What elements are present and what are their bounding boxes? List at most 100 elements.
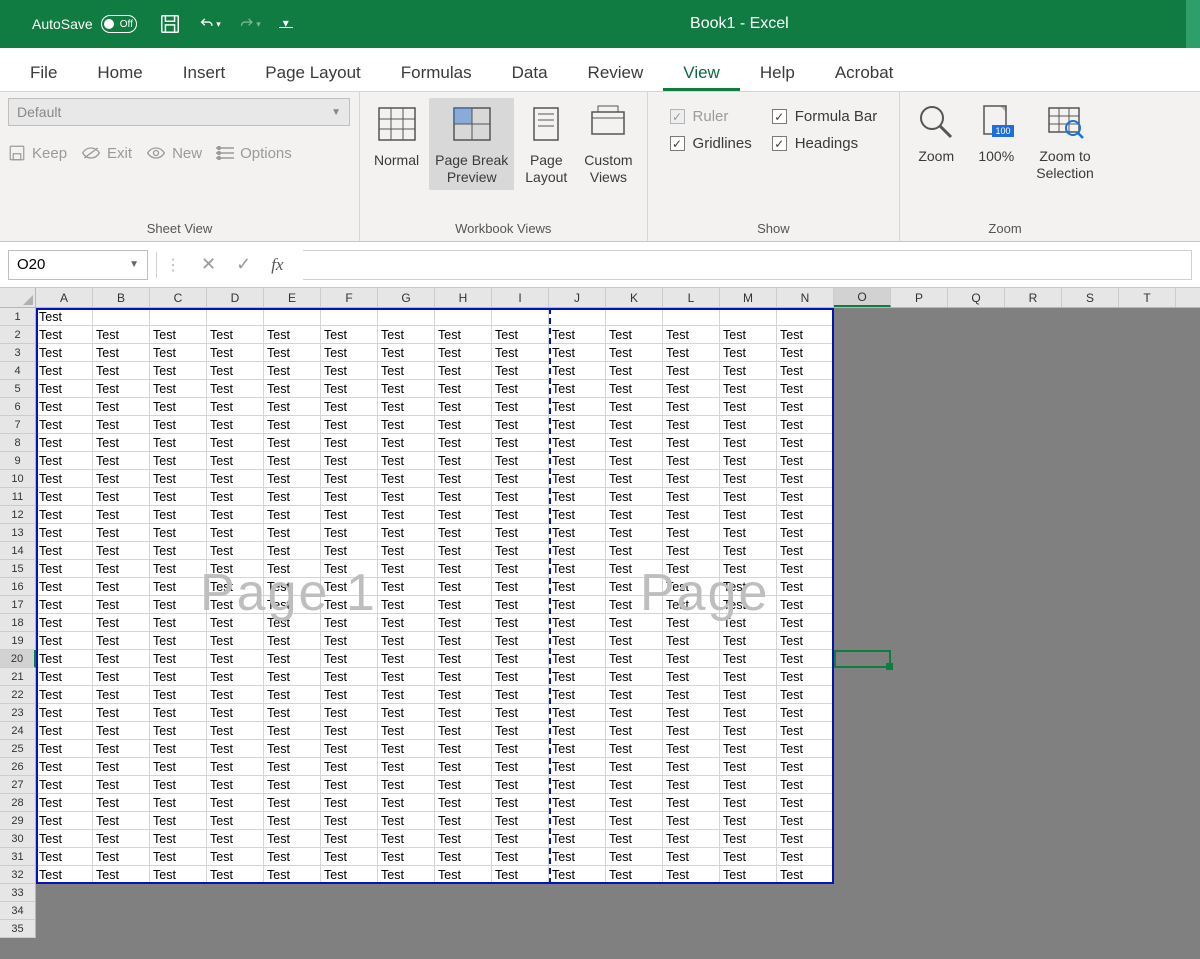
cell[interactable]: Test bbox=[378, 704, 435, 722]
cell[interactable] bbox=[1119, 848, 1176, 866]
cell[interactable]: Test bbox=[93, 416, 150, 434]
cell[interactable]: Test bbox=[150, 488, 207, 506]
cell[interactable]: Test bbox=[606, 812, 663, 830]
cell[interactable]: Test bbox=[492, 506, 549, 524]
cell[interactable]: Test bbox=[378, 794, 435, 812]
cell[interactable] bbox=[1005, 848, 1062, 866]
cell[interactable]: Test bbox=[378, 398, 435, 416]
cell[interactable]: Test bbox=[777, 830, 834, 848]
cell[interactable]: Test bbox=[378, 506, 435, 524]
cell[interactable] bbox=[93, 884, 150, 902]
cell[interactable]: Test bbox=[492, 722, 549, 740]
cell[interactable]: Test bbox=[93, 614, 150, 632]
cell[interactable]: Test bbox=[549, 704, 606, 722]
cell[interactable]: Test bbox=[663, 722, 720, 740]
cell[interactable]: Test bbox=[93, 506, 150, 524]
cell[interactable]: Test bbox=[606, 470, 663, 488]
cell[interactable]: Test bbox=[150, 344, 207, 362]
cell[interactable]: Test bbox=[207, 506, 264, 524]
cell[interactable]: Test bbox=[150, 398, 207, 416]
cell[interactable]: Test bbox=[207, 776, 264, 794]
cell[interactable]: Test bbox=[720, 704, 777, 722]
cell[interactable] bbox=[1062, 776, 1119, 794]
cell[interactable] bbox=[720, 884, 777, 902]
cell[interactable]: Test bbox=[663, 632, 720, 650]
cell[interactable] bbox=[1005, 866, 1062, 884]
cell[interactable]: Test bbox=[549, 452, 606, 470]
cell[interactable] bbox=[1119, 398, 1176, 416]
cell[interactable]: Test bbox=[435, 866, 492, 884]
tab-formulas[interactable]: Formulas bbox=[381, 53, 492, 91]
cell[interactable]: Test bbox=[264, 362, 321, 380]
cell[interactable] bbox=[150, 884, 207, 902]
cell[interactable]: Test bbox=[93, 488, 150, 506]
cell[interactable] bbox=[948, 380, 1005, 398]
cell[interactable] bbox=[36, 920, 93, 938]
col-header-Q[interactable]: Q bbox=[948, 288, 1005, 307]
cell[interactable]: Test bbox=[435, 686, 492, 704]
cell[interactable]: Test bbox=[435, 488, 492, 506]
cell[interactable]: Test bbox=[207, 632, 264, 650]
row-header-3[interactable]: 3 bbox=[0, 344, 36, 362]
cell[interactable]: Test bbox=[663, 668, 720, 686]
cell[interactable] bbox=[834, 596, 891, 614]
cell[interactable] bbox=[1119, 452, 1176, 470]
cell[interactable]: Test bbox=[720, 452, 777, 470]
cell[interactable] bbox=[891, 308, 948, 326]
cell[interactable] bbox=[891, 758, 948, 776]
cell[interactable] bbox=[834, 758, 891, 776]
cell[interactable]: Test bbox=[549, 362, 606, 380]
cell[interactable]: Test bbox=[264, 812, 321, 830]
cell[interactable]: Test bbox=[606, 452, 663, 470]
cell[interactable] bbox=[834, 614, 891, 632]
tab-acrobat[interactable]: Acrobat bbox=[815, 53, 914, 91]
cell[interactable]: Test bbox=[207, 380, 264, 398]
cell[interactable] bbox=[378, 884, 435, 902]
cell[interactable] bbox=[1005, 632, 1062, 650]
cell[interactable] bbox=[834, 380, 891, 398]
cell[interactable]: Test bbox=[36, 722, 93, 740]
cell[interactable]: Test bbox=[720, 362, 777, 380]
cell[interactable] bbox=[1062, 848, 1119, 866]
cell[interactable] bbox=[264, 884, 321, 902]
cell[interactable]: Test bbox=[321, 362, 378, 380]
cell[interactable] bbox=[1062, 344, 1119, 362]
cell[interactable] bbox=[948, 650, 1005, 668]
cell[interactable]: Test bbox=[150, 848, 207, 866]
row-header-28[interactable]: 28 bbox=[0, 794, 36, 812]
cell[interactable]: Test bbox=[207, 488, 264, 506]
cell[interactable]: Test bbox=[606, 542, 663, 560]
cell[interactable] bbox=[1062, 506, 1119, 524]
cell[interactable]: Test bbox=[720, 380, 777, 398]
cell[interactable]: Test bbox=[777, 668, 834, 686]
cell[interactable] bbox=[834, 452, 891, 470]
cell[interactable]: Test bbox=[720, 812, 777, 830]
cell[interactable]: Test bbox=[777, 380, 834, 398]
cell[interactable]: Test bbox=[93, 668, 150, 686]
cell[interactable]: Test bbox=[720, 434, 777, 452]
cell[interactable]: Test bbox=[492, 686, 549, 704]
cell[interactable]: Test bbox=[321, 488, 378, 506]
row-header-9[interactable]: 9 bbox=[0, 452, 36, 470]
cell[interactable]: Test bbox=[93, 848, 150, 866]
cell[interactable] bbox=[1062, 524, 1119, 542]
cell[interactable] bbox=[891, 920, 948, 938]
cell[interactable]: Test bbox=[150, 614, 207, 632]
cell[interactable]: Test bbox=[93, 596, 150, 614]
cell[interactable]: Test bbox=[777, 362, 834, 380]
cell[interactable]: Test bbox=[435, 452, 492, 470]
cell[interactable]: Test bbox=[93, 398, 150, 416]
cell[interactable] bbox=[606, 920, 663, 938]
undo-icon[interactable]: ▾ bbox=[199, 13, 221, 35]
row-header-33[interactable]: 33 bbox=[0, 884, 36, 902]
cell[interactable]: Test bbox=[207, 344, 264, 362]
cell[interactable] bbox=[948, 434, 1005, 452]
cell[interactable] bbox=[891, 668, 948, 686]
cell[interactable] bbox=[1005, 704, 1062, 722]
cell[interactable]: Test bbox=[606, 362, 663, 380]
cell[interactable] bbox=[948, 452, 1005, 470]
cell[interactable] bbox=[720, 902, 777, 920]
cell[interactable] bbox=[1062, 308, 1119, 326]
cell[interactable] bbox=[663, 884, 720, 902]
cell[interactable]: Test bbox=[93, 812, 150, 830]
